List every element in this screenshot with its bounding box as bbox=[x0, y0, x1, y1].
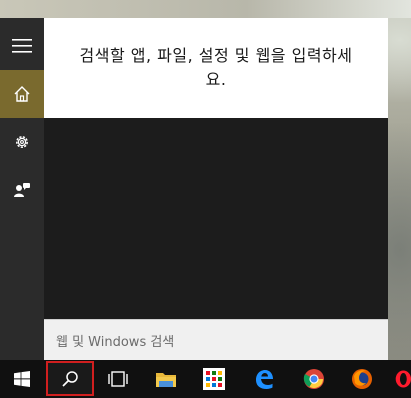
store-icon bbox=[203, 368, 225, 390]
start-menu-rail bbox=[0, 18, 44, 360]
menu-expand-button[interactable] bbox=[0, 22, 44, 70]
start-menu-panel: 검색할 앱, 파일, 설정 및 웹을 입력하세요. 웹 및 Windows 검색 bbox=[0, 18, 388, 360]
taskbar bbox=[0, 360, 411, 398]
search-results-area: 검색할 앱, 파일, 설정 및 웹을 입력하세요. 웹 및 Windows 검색 bbox=[44, 18, 388, 360]
chrome-icon bbox=[303, 369, 324, 389]
chrome-button[interactable] bbox=[292, 360, 336, 398]
wallpaper-top-strip bbox=[0, 0, 411, 18]
task-view-icon bbox=[108, 371, 128, 387]
home-icon bbox=[14, 86, 30, 102]
search-hint-text: 검색할 앱, 파일, 설정 및 웹을 입력하세요. bbox=[79, 46, 353, 89]
store-button[interactable] bbox=[192, 360, 236, 398]
search-hint-box: 검색할 앱, 파일, 설정 및 웹을 입력하세요. bbox=[44, 18, 388, 118]
search-icon bbox=[62, 370, 78, 387]
settings-button[interactable] bbox=[0, 118, 44, 166]
file-explorer-icon bbox=[156, 373, 176, 387]
search-input-placeholder: 웹 및 Windows 검색 bbox=[56, 334, 175, 350]
start-button[interactable] bbox=[0, 360, 44, 398]
firefox-icon bbox=[352, 369, 372, 389]
hamburger-icon bbox=[12, 39, 32, 53]
file-explorer-button[interactable] bbox=[144, 360, 188, 398]
windows-start-icon bbox=[14, 371, 30, 387]
opera-icon bbox=[395, 370, 411, 388]
search-input[interactable]: 웹 및 Windows 검색 bbox=[44, 319, 388, 360]
gear-icon bbox=[16, 136, 28, 148]
firefox-button[interactable] bbox=[340, 360, 384, 398]
home-button[interactable] bbox=[0, 70, 44, 118]
edge-icon bbox=[256, 370, 273, 389]
edge-button[interactable] bbox=[242, 360, 286, 398]
task-view-button[interactable] bbox=[96, 360, 140, 398]
search-button[interactable] bbox=[46, 361, 94, 396]
opera-button[interactable] bbox=[394, 360, 411, 398]
feedback-icon bbox=[14, 183, 30, 197]
feedback-button[interactable] bbox=[0, 166, 44, 214]
